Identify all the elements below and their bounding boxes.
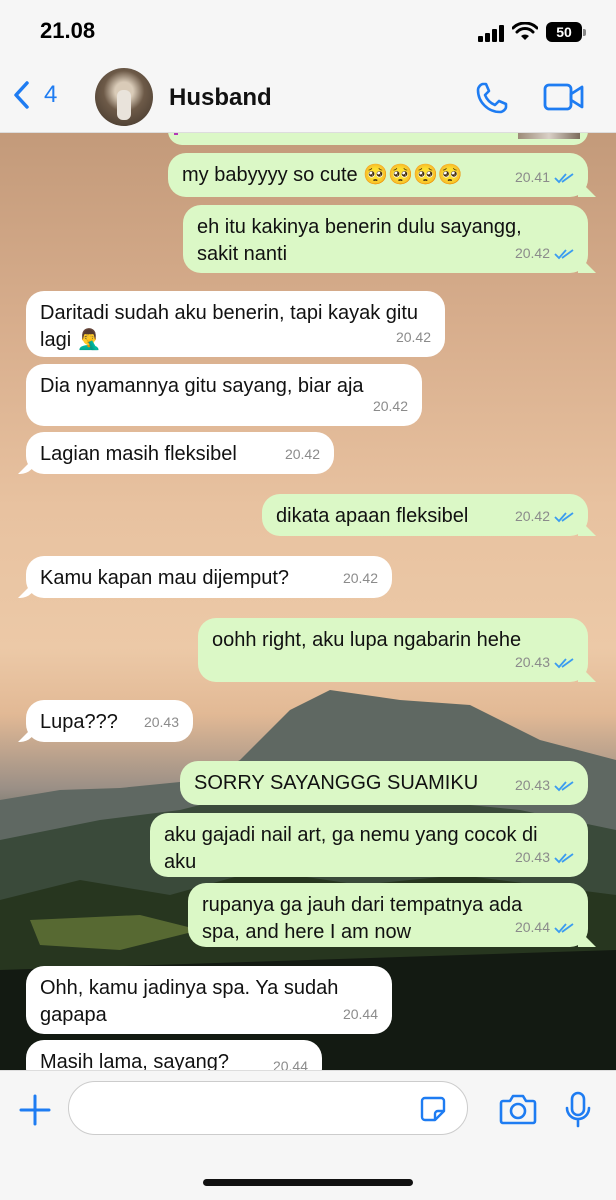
contact-name[interactable]: Husband bbox=[169, 84, 272, 112]
avatar[interactable] bbox=[95, 68, 153, 126]
battery-indicator: 50 bbox=[546, 22, 586, 42]
message-text: Lupa??? bbox=[40, 711, 118, 733]
chat-header: 4 Husband bbox=[0, 62, 616, 133]
double-check-icon bbox=[554, 852, 574, 863]
double-check-icon bbox=[554, 657, 574, 668]
message-bubble-outgoing[interactable]: aku gajadi nail art, ga nemu yang cocok … bbox=[150, 813, 588, 877]
camera-icon[interactable] bbox=[499, 1093, 537, 1125]
message-time: 20.42 bbox=[514, 245, 550, 261]
double-check-icon bbox=[554, 511, 574, 522]
message-time: 20.41 bbox=[514, 169, 550, 185]
back-button[interactable]: 4 bbox=[12, 80, 57, 110]
message-bubble-incoming[interactable]: Dia nyamannya gitu sayang, biar aja 20.4… bbox=[26, 364, 422, 426]
message-text: my babyyyy so cute 🥺🥺🥺🥺 bbox=[182, 164, 463, 186]
message-time: 20.44 bbox=[514, 919, 550, 935]
microphone-icon[interactable] bbox=[564, 1091, 592, 1129]
double-check-icon bbox=[554, 922, 574, 933]
message-bubble-incoming[interactable]: Kamu kapan mau dijemput? 20.42 bbox=[26, 556, 392, 598]
phone-icon[interactable] bbox=[474, 80, 510, 116]
message-bubble-incoming[interactable]: Lagian masih fleksibel 20.42 bbox=[26, 432, 334, 474]
message-time: 20.42 bbox=[395, 329, 431, 345]
status-bar: 21.08 50 bbox=[0, 0, 616, 62]
message-time: 20.42 bbox=[342, 570, 378, 586]
message-text: SORRY SAYANGGG SUAMIKU bbox=[194, 772, 479, 794]
message-text: Masih lama, sayang? bbox=[40, 1051, 229, 1070]
message-bubble-outgoing[interactable]: rupanya ga jauh dari tempatnya ada spa, … bbox=[188, 883, 588, 947]
plus-icon[interactable] bbox=[18, 1093, 52, 1127]
message-text: Lagian masih fleksibel bbox=[40, 443, 237, 465]
message-input[interactable] bbox=[85, 1082, 419, 1134]
message-bubble-incoming[interactable]: Lupa??? 20.43 bbox=[26, 700, 193, 742]
sticker-icon[interactable] bbox=[419, 1095, 447, 1123]
message-time: 20.42 bbox=[372, 398, 408, 414]
message-time: 20.42 bbox=[284, 446, 320, 462]
double-check-icon bbox=[554, 780, 574, 791]
chat-area[interactable]: my babyyyy so cute 🥺🥺🥺🥺 20.41 eh itu kak… bbox=[0, 133, 616, 1070]
message-text: rupanya ga jauh dari tempatnya ada spa, … bbox=[202, 894, 523, 943]
message-bubble-outgoing[interactable]: eh itu kakinya benerin dulu sayangg, sak… bbox=[183, 205, 588, 273]
message-time: 20.44 bbox=[342, 1006, 378, 1022]
message-bubble-outgoing[interactable]: dikata apaan fleksibel 20.42 bbox=[262, 494, 588, 536]
unread-count: 4 bbox=[44, 81, 58, 108]
image-message-preview[interactable] bbox=[168, 133, 588, 145]
message-text: Daritadi sudah aku benerin, tapi kayak g… bbox=[40, 302, 419, 351]
message-time: 20.43 bbox=[514, 654, 550, 670]
message-text: aku gajadi nail art, ga nemu yang cocok … bbox=[164, 824, 538, 873]
home-indicator[interactable] bbox=[203, 1179, 413, 1186]
message-bubble-incoming[interactable]: Masih lama, sayang? 20.44 bbox=[26, 1040, 322, 1070]
message-time: 20.43 bbox=[143, 714, 179, 730]
message-time: 20.43 bbox=[514, 849, 550, 865]
message-time: 20.44 bbox=[272, 1058, 308, 1070]
message-text: Kamu kapan mau dijemput? bbox=[40, 567, 290, 589]
message-bubble-outgoing[interactable]: SORRY SAYANGGG SUAMIKU 20.43 bbox=[180, 761, 588, 805]
message-text: eh itu kakinya benerin dulu sayangg, sak… bbox=[197, 216, 522, 265]
message-text: oohh right, aku lupa ngabarin hehe bbox=[212, 629, 522, 651]
video-camera-icon[interactable] bbox=[543, 82, 585, 112]
cellular-signal-icon bbox=[478, 24, 508, 42]
double-check-icon bbox=[554, 248, 574, 259]
double-check-icon bbox=[554, 172, 574, 183]
message-text: Ohh, kamu jadinya spa. Ya sudah gapapa bbox=[40, 977, 339, 1026]
message-bubble-outgoing[interactable]: oohh right, aku lupa ngabarin hehe 20.43 bbox=[198, 618, 588, 682]
message-bubble-incoming[interactable]: Daritadi sudah aku benerin, tapi kayak g… bbox=[26, 291, 445, 357]
message-bubble-outgoing[interactable]: my babyyyy so cute 🥺🥺🥺🥺 20.41 bbox=[168, 153, 588, 197]
message-bubble-incoming[interactable]: Ohh, kamu jadinya spa. Ya sudah gapapa 2… bbox=[26, 966, 392, 1034]
chevron-left-icon bbox=[14, 81, 29, 109]
message-time: 20.43 bbox=[514, 777, 550, 793]
message-time: 20.42 bbox=[514, 508, 550, 524]
message-input-container bbox=[68, 1081, 468, 1135]
wifi-icon bbox=[512, 22, 538, 40]
message-text: dikata apaan fleksibel bbox=[276, 505, 469, 527]
message-text: Dia nyamannya gitu sayang, biar aja bbox=[40, 375, 364, 397]
status-time: 21.08 bbox=[40, 18, 96, 43]
